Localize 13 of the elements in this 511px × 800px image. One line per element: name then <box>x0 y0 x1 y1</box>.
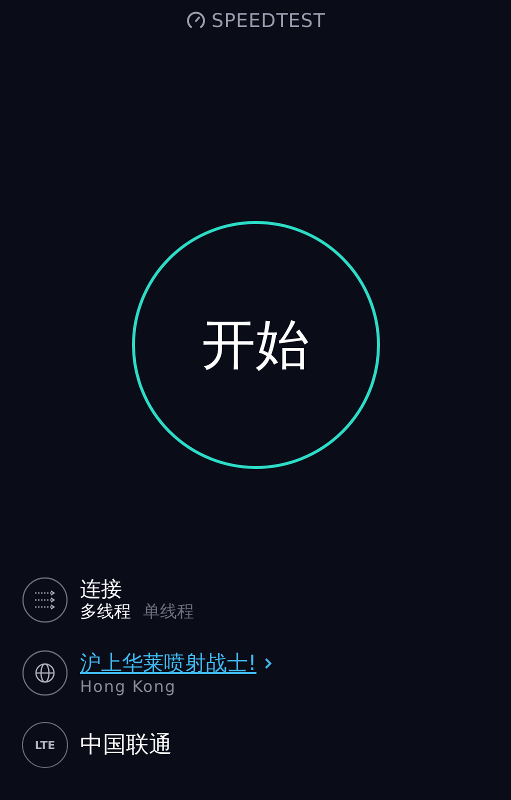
chevron-right-icon[interactable] <box>264 656 274 670</box>
app-title: SPEEDTEST <box>212 10 326 32</box>
carrier-name: 中国联通 <box>80 733 172 757</box>
connection-label: 连接 <box>80 577 123 601</box>
server-location: Hong Kong <box>80 677 177 696</box>
thread-mode-option[interactable]: 单线程 <box>143 601 194 623</box>
globe-icon <box>22 650 68 696</box>
thread-mode-option[interactable]: 多线程 <box>80 601 131 623</box>
speedometer-icon <box>186 11 206 31</box>
arrows-icon <box>22 577 68 623</box>
server-link[interactable]: 沪上华莱喷射战士! <box>80 649 256 677</box>
lte-badge: LTE <box>22 722 68 768</box>
start-button[interactable]: 开始 <box>132 221 380 469</box>
